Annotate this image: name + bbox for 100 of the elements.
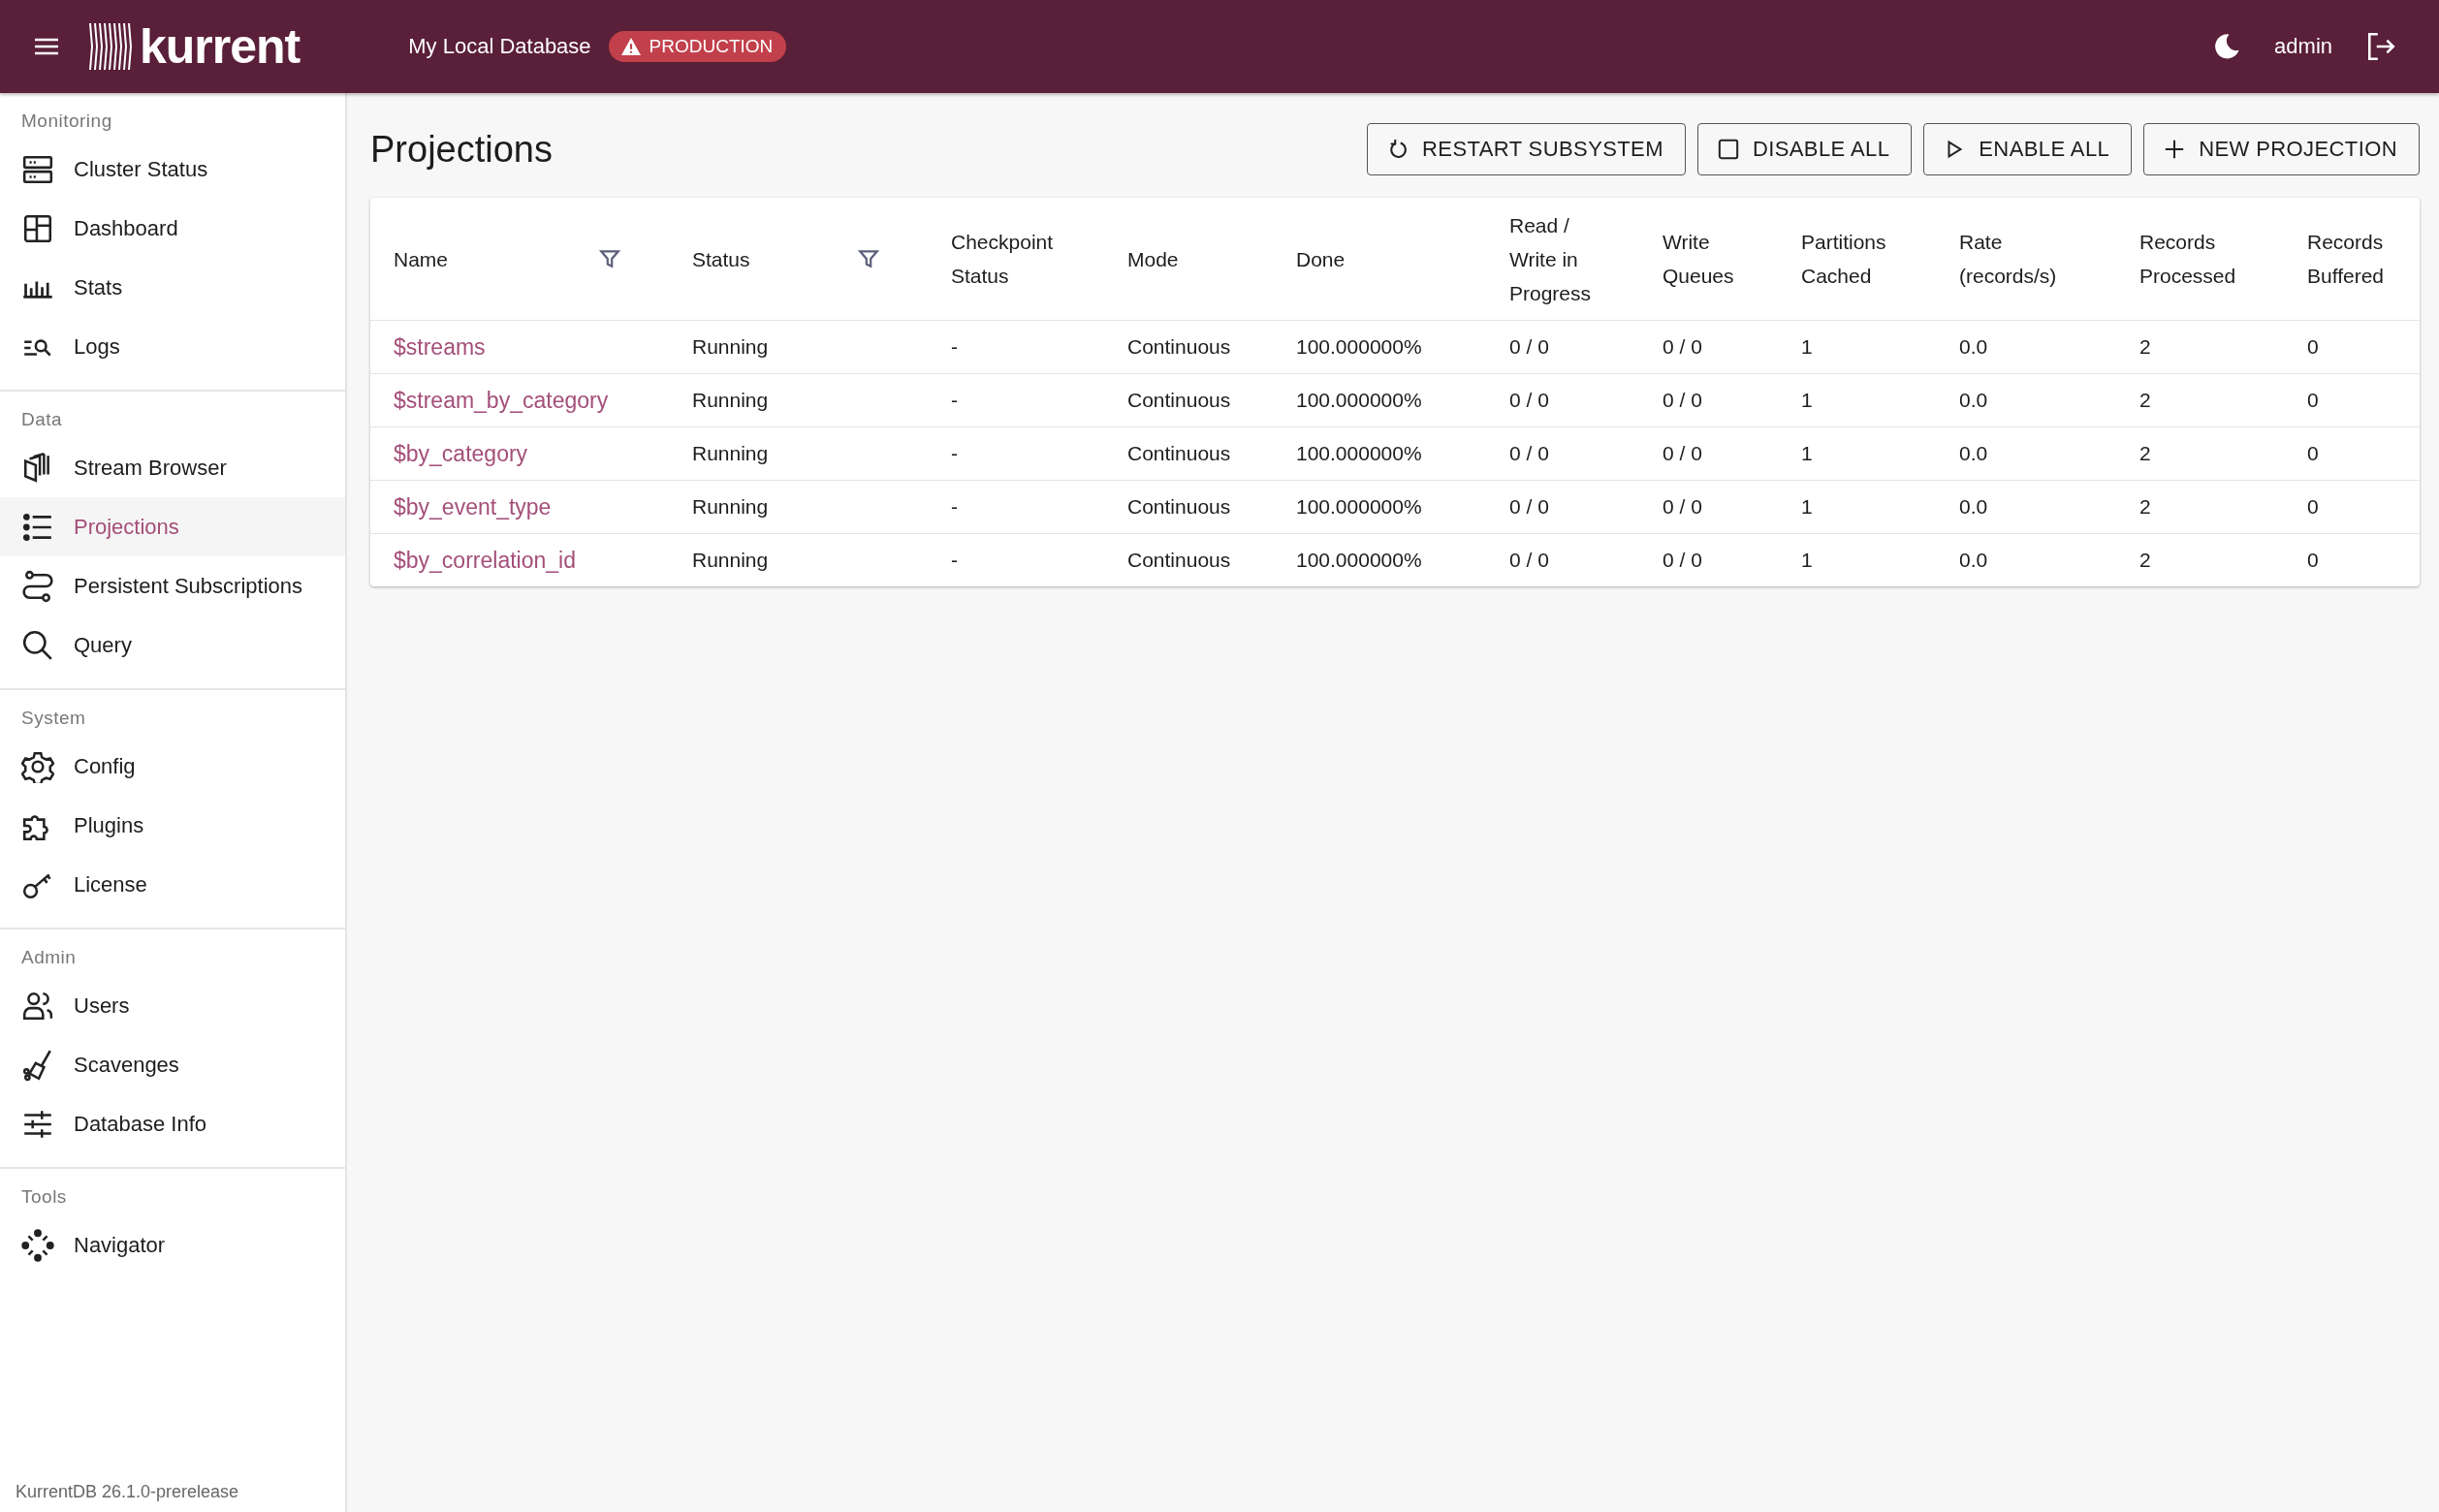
nav-item[interactable]: Persistent Subscriptions xyxy=(0,556,345,615)
nav-item[interactable]: License xyxy=(0,855,345,914)
logout-icon[interactable] xyxy=(2365,31,2396,62)
table-cell: 2 xyxy=(2139,495,2151,519)
table-cell: 0.0 xyxy=(1959,549,1988,572)
table-cell: - xyxy=(951,495,958,519)
environment-badge: PRODUCTION xyxy=(608,31,787,62)
table-cell: 0 / 0 xyxy=(1509,389,1549,412)
route-icon xyxy=(21,569,54,603)
plus-icon xyxy=(2164,139,2186,160)
menu-icon[interactable] xyxy=(33,37,60,56)
table-cell: Continuous xyxy=(1127,549,1231,572)
section-label: Data xyxy=(20,408,64,431)
table-cell: 0 / 0 xyxy=(1663,442,1702,465)
nav-item[interactable]: Stats xyxy=(0,258,345,317)
column-header[interactable]: Mode xyxy=(1127,241,1179,276)
table-cell: Running xyxy=(692,389,769,412)
square-icon xyxy=(1717,139,1739,160)
projection-link[interactable]: $stream_by_category xyxy=(394,387,609,414)
nav-item[interactable]: Stream Browser xyxy=(0,438,345,497)
nav-item[interactable]: Navigator xyxy=(0,1215,345,1275)
nav-item[interactable]: Logs xyxy=(0,317,345,376)
restart-icon xyxy=(1387,139,1410,160)
nav-item[interactable]: Query xyxy=(0,615,345,675)
nav-item[interactable]: Config xyxy=(0,737,345,796)
table-cell: Continuous xyxy=(1127,335,1231,359)
column-header[interactable]: Status xyxy=(692,241,750,276)
filter-icon[interactable] xyxy=(599,248,620,269)
table-cell: 100.000000% xyxy=(1296,495,1422,519)
play-button[interactable]: ENABLE ALL xyxy=(1923,123,2133,175)
table-cell: 2 xyxy=(2139,442,2151,465)
settings-icon xyxy=(21,749,54,783)
table-cell: Running xyxy=(692,549,769,572)
projection-link[interactable]: $streams xyxy=(394,333,486,361)
section-label: Admin xyxy=(20,946,78,969)
plus-button[interactable]: NEW PROJECTION xyxy=(2143,123,2420,175)
database-name: My Local Database xyxy=(408,34,591,59)
table-cell: 100.000000% xyxy=(1296,549,1422,572)
table-cell: 1 xyxy=(1801,549,1813,572)
column-header[interactable]: Read / Write in Progress xyxy=(1509,207,1597,310)
table-cell: - xyxy=(951,335,958,359)
nav-item[interactable]: Projections xyxy=(0,497,345,556)
nav-item[interactable]: Users xyxy=(0,976,345,1035)
projection-link[interactable]: $by_correlation_id xyxy=(394,547,576,574)
table-cell: 2 xyxy=(2139,389,2151,412)
nav-item[interactable]: Database Info xyxy=(0,1094,345,1153)
user-name[interactable]: admin xyxy=(2274,34,2332,59)
table-cell: - xyxy=(951,549,958,572)
table-cell: 0.0 xyxy=(1959,335,1988,359)
restart-button[interactable]: RESTART SUBSYSTEM xyxy=(1367,123,1686,175)
table-cell: 1 xyxy=(1801,495,1813,519)
square-button[interactable]: DISABLE ALL xyxy=(1696,123,1913,175)
table-cell: 0 xyxy=(2307,495,2319,519)
table-cell: 100.000000% xyxy=(1296,442,1422,465)
table-cell: 0 / 0 xyxy=(1509,495,1549,519)
nav-item[interactable]: Plugins xyxy=(0,796,345,855)
table-cell: 1 xyxy=(1801,442,1813,465)
table-cell: - xyxy=(951,389,958,412)
table-cell: 0 xyxy=(2307,549,2319,572)
section-label: Tools xyxy=(20,1185,68,1209)
page-title: Projections xyxy=(370,128,553,171)
table-cell: Running xyxy=(692,335,769,359)
table-cell: 0.0 xyxy=(1959,442,1988,465)
projection-link[interactable]: $by_category xyxy=(394,440,528,467)
nav-item[interactable]: Dashboard xyxy=(0,199,345,258)
projection-link[interactable]: $by_event_type xyxy=(394,493,552,520)
column-header[interactable]: Records Processed xyxy=(2139,225,2256,293)
version-text: KurrentDB 26.1.0-prerelease xyxy=(15,1482,240,1503)
column-header[interactable]: Name xyxy=(394,241,449,276)
table-cell: 0 xyxy=(2307,389,2319,412)
table-cell: 1 xyxy=(1801,335,1813,359)
table-cell: 2 xyxy=(2139,549,2151,572)
column-header[interactable]: Partitions Cached xyxy=(1801,225,1908,293)
table-cell: 0 xyxy=(2307,335,2319,359)
nav-item[interactable]: Cluster Status xyxy=(0,140,345,199)
column-header[interactable]: Checkpoint Status xyxy=(951,225,1067,293)
table-cell: 0 / 0 xyxy=(1663,335,1702,359)
table-cell: Running xyxy=(692,495,769,519)
section-label: System xyxy=(20,707,87,730)
column-header[interactable]: Done xyxy=(1296,241,1346,276)
table-cell: - xyxy=(951,442,958,465)
nav-item[interactable]: Scavenges xyxy=(0,1035,345,1094)
table-cell: 0 / 0 xyxy=(1663,549,1702,572)
filter-icon[interactable] xyxy=(858,248,879,269)
bar-chart-icon xyxy=(21,279,54,299)
column-header[interactable]: Rate (records/s) xyxy=(1959,225,2066,293)
search-icon xyxy=(21,628,54,662)
table-cell: 0 / 0 xyxy=(1509,442,1549,465)
table-cell: 1 xyxy=(1801,389,1813,412)
column-header[interactable]: Records Buffered xyxy=(2307,225,2410,293)
table-cell: 0 xyxy=(2307,442,2319,465)
table-cell: 0 / 0 xyxy=(1663,495,1702,519)
table-cell: Continuous xyxy=(1127,495,1231,519)
table-cell: Continuous xyxy=(1127,442,1231,465)
table-cell: 100.000000% xyxy=(1296,335,1422,359)
table-cell: 0.0 xyxy=(1959,495,1988,519)
table-cell: 0 / 0 xyxy=(1509,335,1549,359)
column-header[interactable]: Write Queues xyxy=(1663,225,1750,293)
sparkle-icon xyxy=(21,1228,54,1262)
table-cell: 0 / 0 xyxy=(1509,549,1549,572)
